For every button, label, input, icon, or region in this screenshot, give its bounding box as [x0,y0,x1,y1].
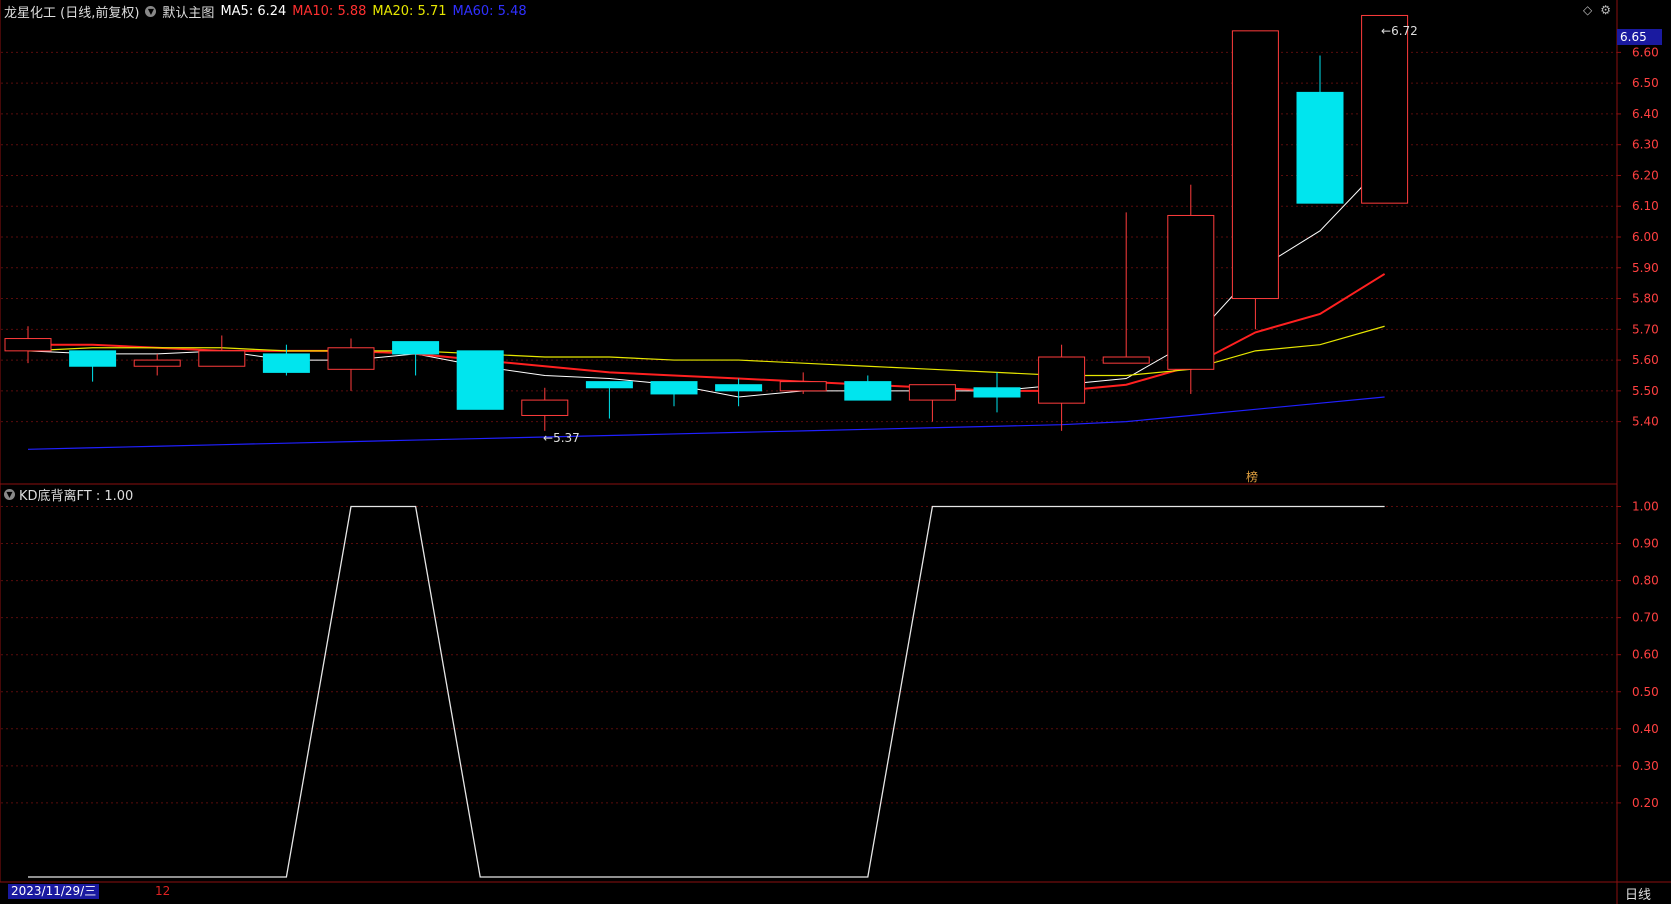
candle-body [392,341,440,355]
indicator-tick-label: 0.30 [1632,759,1659,773]
price-tick-label: 6.40 [1632,107,1659,121]
current-price-tag: 6.65 [1617,29,1662,45]
candle-body [262,353,310,373]
candle-up [1231,30,1279,330]
price-tick-label: 6.20 [1632,168,1659,182]
candle-down [973,372,1021,413]
candle-up [133,353,181,376]
candle-down [650,381,698,407]
indicator-tick-label: 0.70 [1632,611,1659,625]
candle-up [1167,184,1215,394]
stock-title[interactable]: 龙星化工 (日线,前复权) [4,2,139,21]
candle-body [327,347,375,370]
price-tick-label: 5.50 [1632,384,1659,398]
candle-down [715,378,763,407]
indicator-tick-label: 1.00 [1632,500,1659,514]
month-label: 12 [155,884,171,898]
settings-icon[interactable]: ⚙ [1600,3,1611,17]
crosshair-date: 2023/11/29/三 [8,884,100,899]
candle-down [585,381,633,419]
price-tick-label: 6.30 [1632,138,1659,152]
template-name[interactable]: 默认主图 [162,2,214,21]
candle-body [1361,14,1409,204]
price-tick-label: 5.80 [1632,292,1659,306]
candle-body [1038,356,1086,404]
price-tick-label: 6.50 [1632,76,1659,90]
indicator-tick-label: 0.80 [1632,574,1659,588]
indicator-tick-label: 0.40 [1632,722,1659,736]
candle-up [4,326,52,364]
candle-body [133,359,181,367]
candle-up [327,338,375,391]
candle-body [1167,214,1215,370]
candle-body [1231,30,1279,300]
low-price-annotation: ←5.37 [543,431,580,445]
candle-body [585,381,633,389]
indicator-tick-label: 0.60 [1632,648,1659,662]
chart-canvas[interactable]: 6.60 6.50 6.40 6.30 6.20 6.10 6.00 5.90 5.80 5.70… [0,0,1671,904]
event-marker[interactable]: 榜 [1246,468,1258,485]
candle-body [1102,356,1150,364]
candle-up [779,372,827,394]
price-tick-label: 5.60 [1632,353,1659,367]
ma10-label: MA10: 5.88 [292,4,367,19]
main-chart-header: 龙星化工 (日线,前复权) ▼ 默认主图 MA5: 6.24 MA10: 5.8… [4,2,527,21]
indicator-label[interactable]: KD底背离FT : 1.00 [19,485,133,504]
candle-up [521,387,569,431]
candle-body [4,338,52,352]
candle-down [1296,55,1344,204]
high-price-annotation: ←6.72 [1381,24,1418,38]
price-tick-label: 6.00 [1632,230,1659,244]
diamond-icon[interactable]: ◇ [1583,3,1592,17]
candle-up [1038,344,1086,431]
candle-up [908,384,956,422]
ma60-label: MA60: 5.48 [452,4,527,19]
price-tick-label: 6.10 [1632,199,1659,213]
candle-body [973,387,1021,398]
candle-body [69,350,117,367]
candle-up [1361,14,1409,204]
indicator-header: ▼ KD底背离FT : 1.00 [4,485,133,504]
candle-up [1102,212,1150,364]
indicator-tick-label: 0.90 [1632,537,1659,551]
candle-body [521,399,569,416]
candle-body [1296,91,1344,204]
candle-body [844,381,892,401]
candle-body [198,350,246,367]
price-tick-label: 5.40 [1632,415,1659,429]
candle-body [715,384,763,392]
candle-up [198,335,246,367]
candle-down [392,341,440,376]
period-button[interactable]: 日线 [1625,884,1651,903]
indicator-tick-label: 0.20 [1632,796,1659,810]
candle-body [456,350,504,410]
top-right-icons: ◇ ⚙ [1583,3,1611,17]
price-tick-label: 5.70 [1632,322,1659,336]
indicator-tick-label: 0.50 [1632,685,1659,699]
chevron-down-icon[interactable]: ▼ [145,6,157,17]
candle-body [908,384,956,401]
ma20-label: MA20: 5.71 [372,4,447,19]
ma60-line [27,396,1385,450]
candle-down [262,344,310,376]
ma5-label: MA5: 6.24 [220,4,287,19]
candle-body [779,381,827,392]
candle-down [844,375,892,401]
candle-body [650,381,698,395]
chevron-down-icon[interactable]: ▼ [4,489,15,500]
candle-down [69,350,117,382]
price-tick-label: 6.60 [1632,45,1659,59]
candle-down [456,350,504,410]
price-tick-label: 5.90 [1632,261,1659,275]
